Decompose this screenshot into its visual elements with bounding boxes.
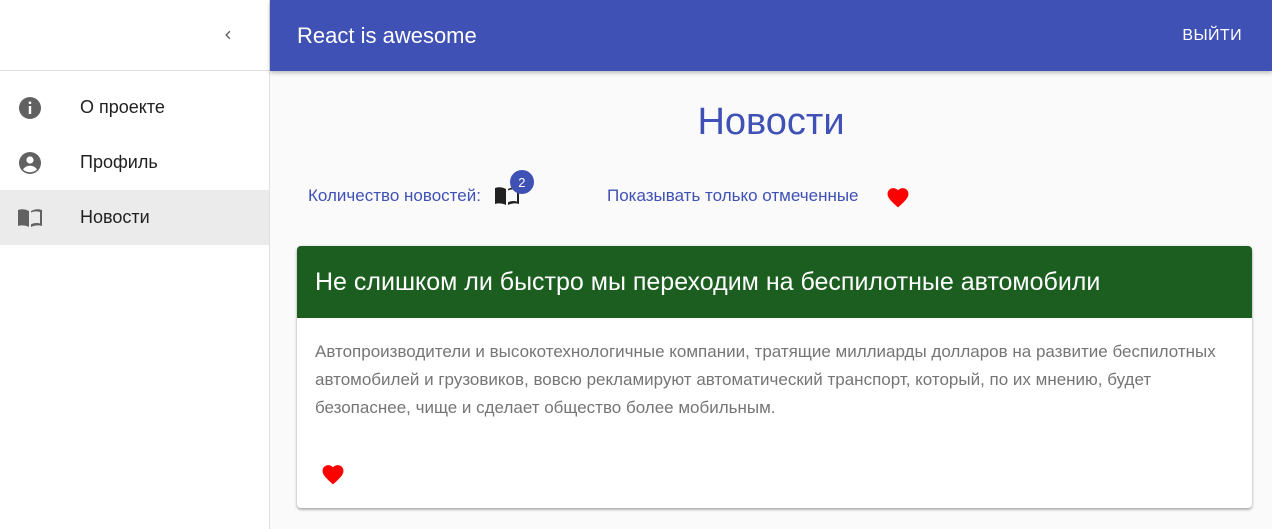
heart-icon [322, 464, 344, 484]
news-count-badge: 2 [493, 170, 534, 208]
sidebar-header [0, 0, 269, 71]
like-button[interactable] [319, 460, 347, 486]
sidebar: О проекте Профиль Новости [0, 0, 270, 529]
sidebar-item-news[interactable]: Новости [0, 190, 269, 245]
app-title: React is awesome [297, 22, 477, 48]
app-bar: React is awesome ВЫЙТИ [270, 0, 1272, 71]
status-badge: 2 [509, 170, 534, 194]
sidebar-item-about[interactable]: О проекте [0, 80, 269, 135]
news-counter: Количество новостей: 2 [308, 170, 534, 208]
news-card: Не слишком ли быстро мы переходим на бес… [297, 246, 1252, 508]
book-icon [17, 205, 43, 231]
logout-button[interactable]: ВЫЙТИ [1182, 27, 1242, 45]
heart-icon[interactable] [885, 184, 911, 208]
news-title: Не слишком ли быстро мы переходим на бес… [315, 267, 1101, 296]
collapse-sidebar-button[interactable] [213, 20, 243, 50]
sidebar-item-label: О проекте [80, 97, 165, 117]
show-liked-only-toggle[interactable]: Показывать только отмеченные [607, 184, 911, 208]
sidebar-item-label: Новости [80, 207, 150, 227]
account-circle-icon [17, 150, 43, 176]
news-body: Автопроизводители и высокотехнологичные … [315, 342, 1216, 417]
show-liked-only-label: Показывать только отмеченные [607, 186, 859, 205]
info-icon [17, 95, 43, 121]
page-title: Новости [697, 101, 845, 143]
sidebar-item-label: Профиль [80, 152, 158, 172]
chevron-left-icon [225, 30, 231, 40]
news-card-header: Не слишком ли быстро мы переходим на бес… [297, 246, 1252, 318]
sidebar-nav: О проекте Профиль Новости [0, 71, 269, 245]
sidebar-item-profile[interactable]: Профиль [0, 135, 269, 190]
news-counter-label: Количество новостей: [308, 186, 481, 205]
main-content: Новости Количество новостей: 2 Показыват… [270, 71, 1272, 529]
